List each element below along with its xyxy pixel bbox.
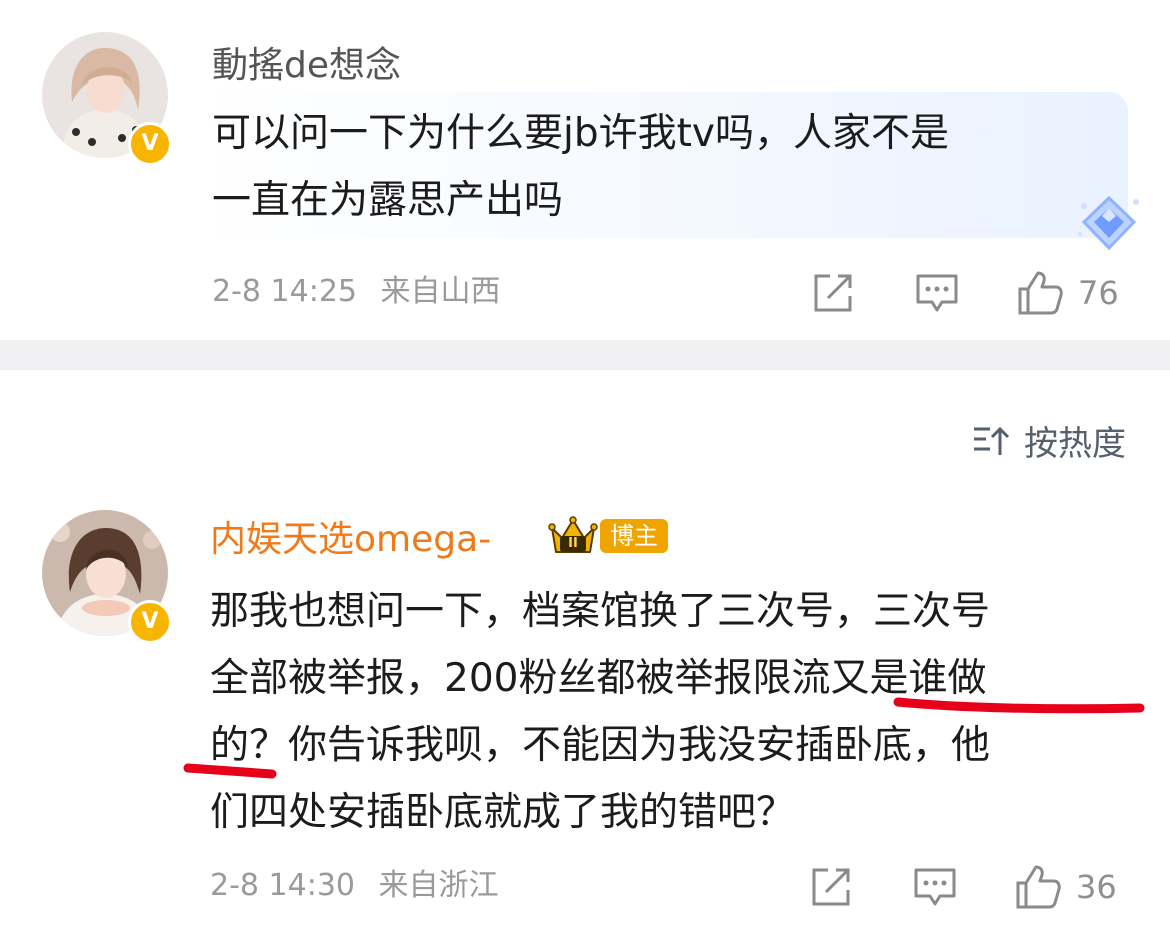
share-icon (814, 274, 852, 312)
comment-content-line: 全部被举报，200粉丝都被举报限流又是谁做 (210, 656, 987, 701)
section-divider (0, 340, 1170, 370)
comment-actions: 76 (810, 268, 1140, 318)
verified-badge-icon: V (128, 122, 172, 166)
comment-button[interactable] (912, 862, 958, 912)
comment-meta: 2-8 14:25 来自山西 (212, 274, 501, 310)
like-button[interactable]: 76 (1016, 268, 1119, 318)
crown-icon: II (548, 516, 598, 556)
share-button[interactable] (808, 862, 854, 912)
comment-username[interactable]: 内娱天选omega- (210, 518, 491, 562)
blogger-badge: II 博主 (548, 516, 668, 556)
thumbs-up-icon (1016, 865, 1061, 909)
comment-username[interactable]: 動搖de想念 (212, 44, 401, 88)
comment-content-line: 可以问一下为什么要jb许我tv吗，人家不是 (212, 111, 949, 156)
comment-content-line: 一直在为露思产出吗 (212, 178, 564, 223)
comment-content: 那我也想问一下，档案馆换了三次号，三次号 全部被举报，200粉丝都被举报限流又是… (210, 578, 990, 846)
comment-content-line: 们四处安插卧底就成了我的错吧？ (210, 790, 796, 835)
comment-date: 2-8 14:30 (210, 868, 355, 903)
comment-content-line: 的？你告诉我呗，不能因为我没安插卧底，他 (210, 723, 991, 768)
comment-location: 来自浙江 (378, 868, 499, 903)
comment-date: 2-8 14:25 (212, 274, 357, 309)
comment-icon (916, 274, 958, 312)
verified-badge-icon: V (128, 600, 172, 644)
comment-content-line: 那我也想问一下，档案馆换了三次号，三次号 (210, 589, 991, 634)
comment-content: 可以问一下为什么要jb许我tv吗，人家不是 一直在为露思产出吗 (212, 100, 949, 234)
weibo-comment-thread: V 動搖de想念 可以问一下为什么要jb许我tv吗，人家不是 一直在为露思产出吗… (0, 0, 1170, 934)
red-underline-annotation (893, 697, 1145, 714)
comment-meta: 2-8 14:30 来自浙江 (210, 868, 499, 904)
diamond-sticker-icon (1074, 194, 1144, 254)
like-count: 36 (1076, 868, 1117, 906)
thumbs-up-icon (1018, 271, 1063, 315)
sort-label: 按热度 (1024, 424, 1126, 464)
comment-icon (914, 868, 956, 906)
sort-by-hot-button[interactable]: 按热度 (972, 416, 1126, 465)
like-count: 76 (1078, 274, 1119, 312)
comment-location: 来自山西 (380, 274, 501, 309)
share-button[interactable] (810, 268, 856, 318)
red-underline-annotation (183, 763, 277, 779)
sort-icon (974, 426, 1010, 455)
comment-actions: 36 (808, 862, 1138, 912)
share-icon (812, 868, 850, 906)
comment-button[interactable] (914, 268, 960, 318)
blogger-tag: 博主 (600, 519, 668, 553)
like-button[interactable]: 36 (1014, 862, 1117, 912)
crown-rank-label: II (568, 536, 578, 551)
